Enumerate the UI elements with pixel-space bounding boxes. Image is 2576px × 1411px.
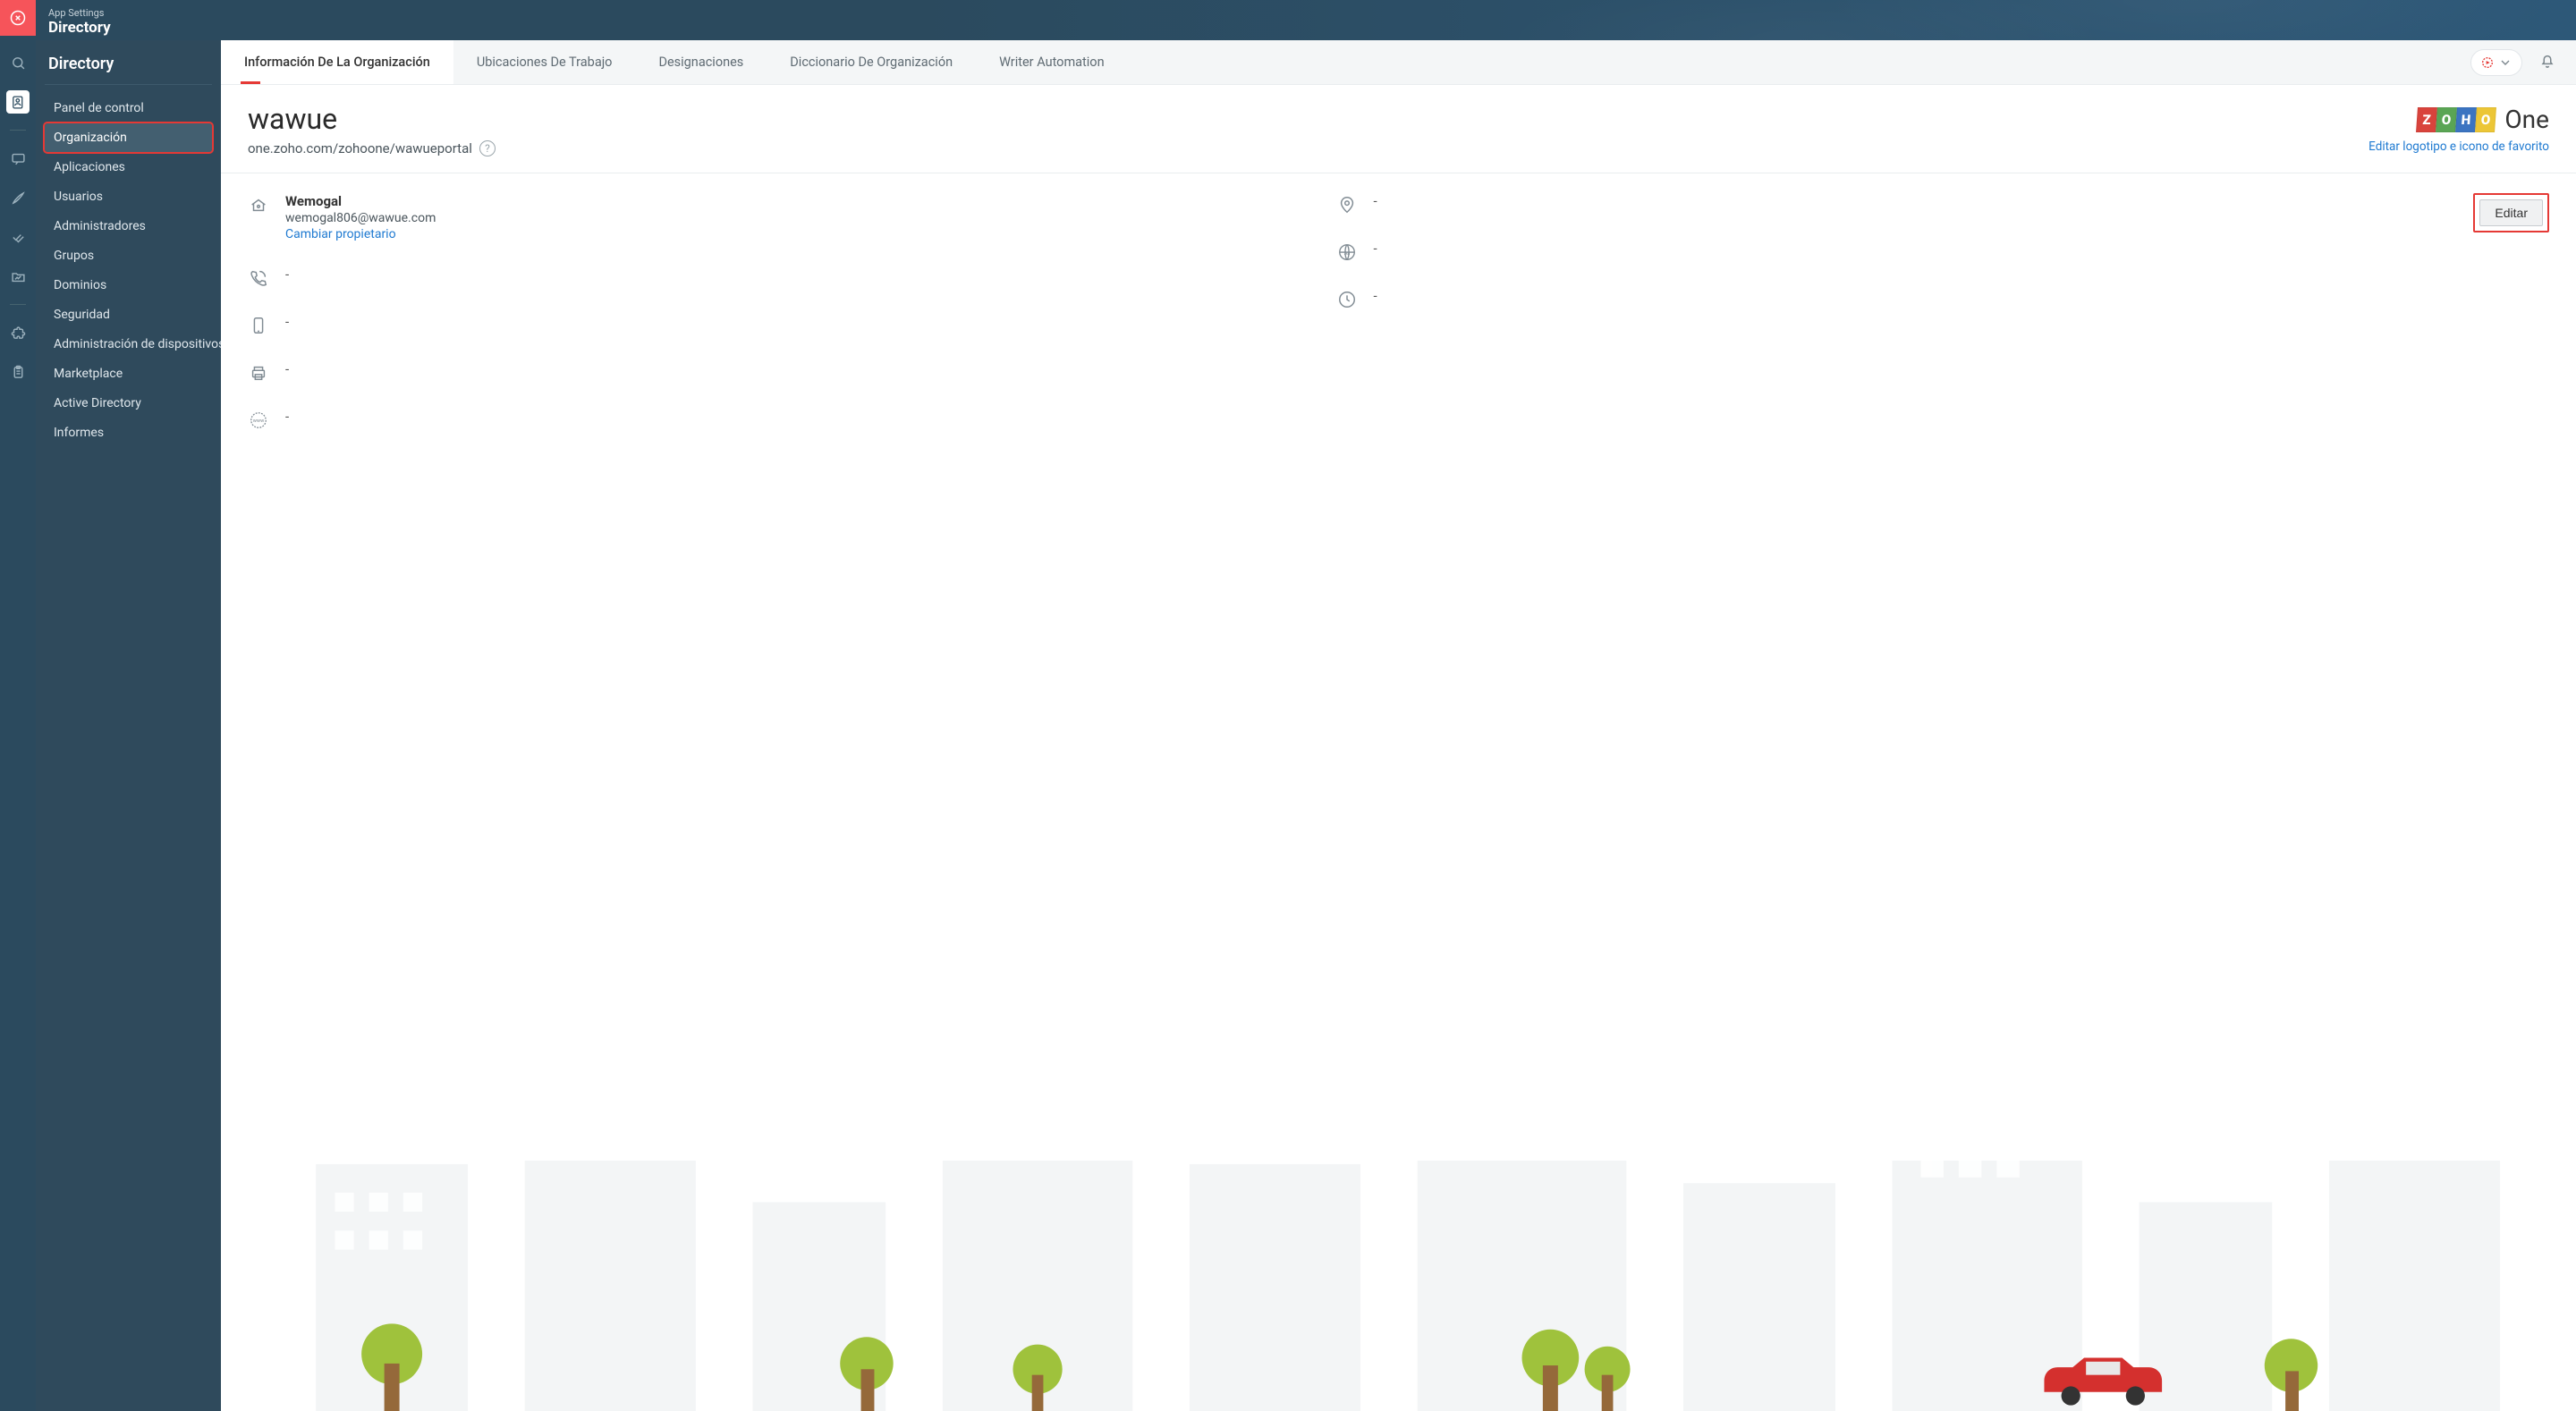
- sidebar-item-seguridad[interactable]: Seguridad: [45, 300, 212, 329]
- sidebar-item-organizacion[interactable]: Organización: [45, 123, 212, 152]
- language-value: -: [1374, 241, 1377, 257]
- cityscape-illustration: [221, 1161, 2576, 1411]
- whats-new-button[interactable]: [2470, 49, 2522, 76]
- sidebar-item-panel-de-control[interactable]: Panel de control: [45, 94, 212, 123]
- fax-row: -: [248, 361, 1309, 384]
- rail-puzzle[interactable]: [6, 321, 30, 344]
- change-owner-link[interactable]: Cambiar propietario: [285, 227, 436, 241]
- icon-rail: [0, 40, 36, 1411]
- rail-brush[interactable]: [6, 186, 30, 209]
- svg-text:www: www: [253, 418, 264, 424]
- close-icon: [10, 10, 26, 26]
- rail-divider: [10, 130, 26, 131]
- sidebar-item-informes[interactable]: Informes: [45, 418, 212, 447]
- tab-writer-automation[interactable]: Writer Automation: [976, 40, 1128, 84]
- url-help-button[interactable]: ?: [479, 140, 496, 156]
- org-logo: ZOHO One: [2368, 105, 2549, 134]
- sidebar-item-administradores[interactable]: Administradores: [45, 212, 212, 241]
- language-row: Aa -: [1336, 241, 2398, 263]
- sidebar-item-usuarios[interactable]: Usuarios: [45, 182, 212, 211]
- sidebar-item-admin-dispositivos[interactable]: Administración de dispositivos: [45, 330, 212, 359]
- mobile-row: -: [248, 314, 1309, 336]
- tab-designaciones[interactable]: Designaciones: [635, 40, 767, 84]
- chat-icon: [11, 151, 26, 166]
- directory-icon: [11, 95, 26, 110]
- organization-url: one.zoho.com/zohoone/wawueportal: [248, 140, 472, 156]
- rail-folder[interactable]: [6, 265, 30, 288]
- owner-icon: [248, 194, 269, 215]
- tab-ubicaciones-trabajo[interactable]: Ubicaciones De Trabajo: [453, 40, 636, 84]
- fax-icon: [248, 362, 269, 384]
- edit-button[interactable]: Editar: [2479, 199, 2543, 226]
- sidebar-item-active-directory[interactable]: Active Directory: [45, 389, 212, 418]
- rail-directory[interactable]: [6, 90, 30, 114]
- puzzle-icon: [11, 325, 26, 341]
- content: Información De La Organización Ubicacion…: [221, 40, 2576, 1411]
- app-settings-label: App Settings: [48, 8, 111, 19]
- owner-name: Wemogal: [285, 193, 436, 209]
- mobile-value: -: [285, 314, 289, 330]
- phone-icon: [248, 267, 269, 289]
- rail-clipboard[interactable]: [6, 360, 30, 384]
- notifications-button[interactable]: [2538, 52, 2556, 73]
- double-check-icon: [11, 230, 26, 245]
- timezone-row: -: [1336, 288, 2398, 310]
- organization-name: wawue: [248, 105, 496, 133]
- rail-search[interactable]: [6, 51, 30, 74]
- tab-bar: Información De La Organización Ubicacion…: [221, 40, 2576, 85]
- address-value: -: [1374, 193, 1377, 209]
- rail-chat[interactable]: [6, 147, 30, 170]
- edit-logo-link[interactable]: Editar logotipo e icono de favorito: [2368, 139, 2549, 154]
- owner-email: wemogal806@wawue.com: [285, 211, 436, 225]
- brush-icon: [11, 190, 26, 206]
- website-row: www -: [248, 409, 1309, 431]
- megaphone-icon: [2480, 55, 2495, 70]
- bell-icon: [2538, 52, 2556, 70]
- tab-informacion-organizacion[interactable]: Información De La Organización: [221, 40, 453, 84]
- app-title: Directory: [48, 20, 111, 37]
- svg-text:Aa: Aa: [1343, 251, 1350, 257]
- rail-check[interactable]: [6, 225, 30, 249]
- sidebar: Directory Panel de control Organización …: [36, 40, 221, 1411]
- zoho-logo-icon: ZOHO: [2416, 107, 2496, 132]
- close-button[interactable]: [0, 0, 36, 36]
- address-row: -: [1336, 193, 2398, 215]
- sidebar-heading: Directory: [45, 53, 212, 85]
- edit-button-highlight: Editar: [2473, 193, 2549, 232]
- sidebar-item-grupos[interactable]: Grupos: [45, 241, 212, 270]
- location-icon: [1336, 194, 1358, 215]
- sidebar-item-aplicaciones[interactable]: Aplicaciones: [45, 153, 212, 182]
- mobile-icon: [248, 315, 269, 336]
- chevron-down-icon: [2498, 55, 2512, 70]
- phone-value: -: [285, 266, 289, 283]
- website-value: -: [285, 409, 289, 425]
- logo-suffix: One: [2504, 105, 2549, 134]
- sidebar-item-dominios[interactable]: Dominios: [45, 271, 212, 300]
- language-icon: Aa: [1336, 241, 1358, 263]
- sidebar-item-marketplace[interactable]: Marketplace: [45, 359, 212, 388]
- rail-divider: [10, 304, 26, 305]
- owner-row: Wemogal wemogal806@wawue.com Cambiar pro…: [248, 193, 1309, 241]
- search-icon: [11, 55, 26, 71]
- clipboard-icon: [11, 365, 26, 380]
- phone-row: -: [248, 266, 1309, 289]
- tab-diccionario-organizacion[interactable]: Diccionario De Organización: [767, 40, 976, 84]
- website-icon: www: [248, 410, 269, 431]
- fax-value: -: [285, 361, 289, 377]
- clock-icon: [1336, 289, 1358, 310]
- folder-chart-icon: [11, 269, 26, 284]
- timezone-value: -: [1374, 288, 1377, 304]
